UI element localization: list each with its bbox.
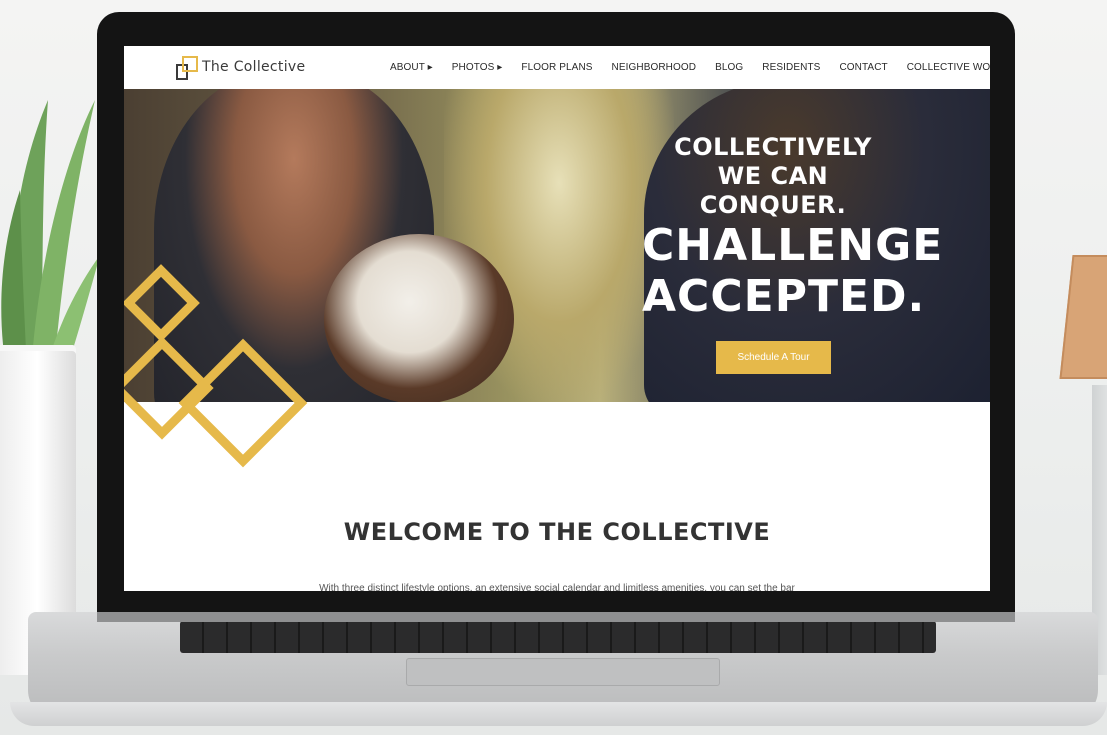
laptop-hinge <box>97 612 1015 622</box>
desk-object <box>1059 255 1107 379</box>
logo-text: The Collective <box>202 59 306 75</box>
nav-contact[interactable]: CONTACT <box>839 62 887 73</box>
nav-residents[interactable]: RESIDENTS <box>762 62 820 73</box>
nav-photos[interactable]: PHOTOS ▸ <box>452 62 503 73</box>
laptop-keyboard <box>180 621 936 653</box>
welcome-intro: With three distinct lifestyle options, a… <box>319 583 795 591</box>
site-header: The Collective ABOUT ▸ PHOTOS ▸ FLOOR PL… <box>124 46 990 90</box>
website-screen: The Collective ABOUT ▸ PHOTOS ▸ FLOOR PL… <box>124 46 990 591</box>
diamond-pattern-icon <box>124 264 308 468</box>
schedule-tour-button[interactable]: Schedule A Tour <box>716 341 831 374</box>
nav-neighborhood[interactable]: NEIGHBORHOOD <box>612 62 697 73</box>
hero-photo-puppy <box>324 234 514 402</box>
site-logo[interactable]: The Collective <box>176 56 306 80</box>
nav-collective-work[interactable]: COLLECTIVE WORK <box>907 62 990 73</box>
nav-blog[interactable]: BLOG <box>715 62 743 73</box>
welcome-heading: WELCOME TO THE COLLECTIVE <box>343 518 771 546</box>
main-nav: ABOUT ▸ PHOTOS ▸ FLOOR PLANS NEIGHBORHOO… <box>390 62 990 73</box>
nav-about[interactable]: ABOUT ▸ <box>390 62 433 73</box>
logo-mark-icon <box>176 56 198 80</box>
nav-floor-plans[interactable]: FLOOR PLANS <box>521 62 592 73</box>
hero-line-4: ACCEPTED. <box>642 271 926 322</box>
hero-line-3: CHALLENGE <box>642 220 944 271</box>
laptop-front-edge <box>10 702 1107 726</box>
hero-line-1: COLLECTIVELY <box>674 133 872 161</box>
laptop-trackpad <box>406 658 720 686</box>
hero-line-2: WE CAN CONQUER. <box>699 162 847 219</box>
hero-headline: COLLECTIVELY WE CAN CONQUER. CHALLENGE A… <box>642 133 944 322</box>
